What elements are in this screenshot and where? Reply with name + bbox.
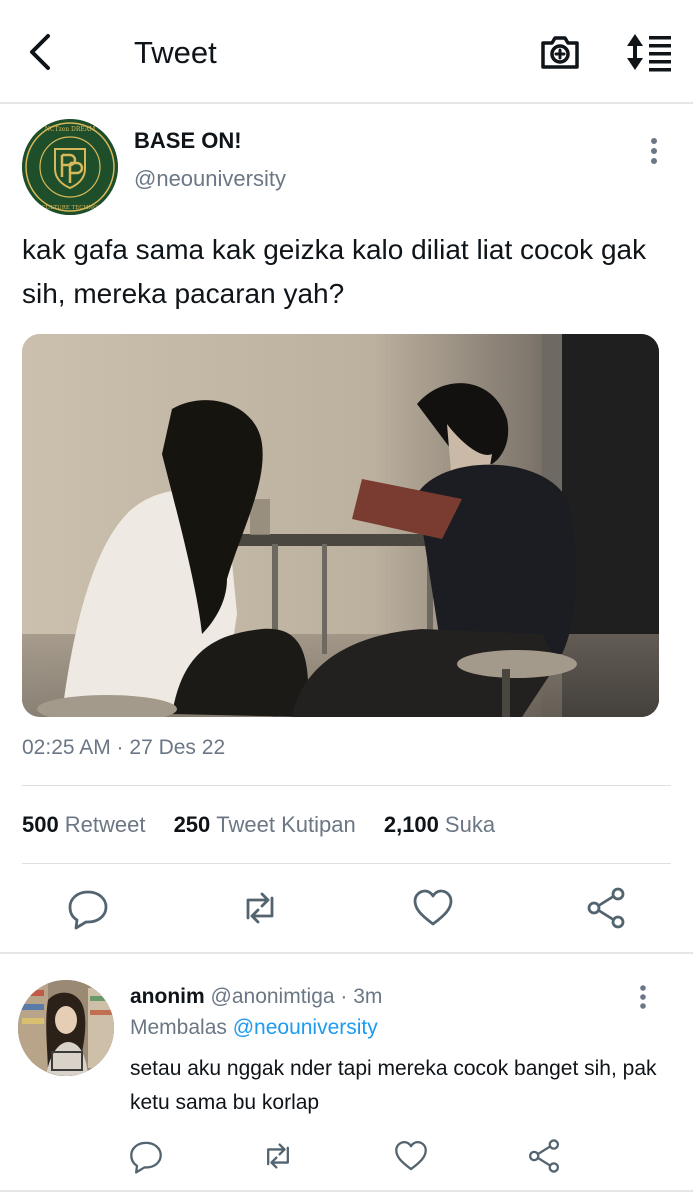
reply-icon[interactable] (66, 884, 110, 932)
reply-time: · 3m (340, 985, 383, 1008)
quote-count-link[interactable]: 250 Tweet Kutipan (174, 812, 356, 837)
more-options-icon[interactable] (640, 136, 668, 166)
author-name[interactable]: BASE ON! (134, 128, 242, 154)
section-separator (0, 952, 693, 954)
retweet-icon[interactable] (238, 884, 282, 932)
camera-plus-icon[interactable] (538, 30, 582, 74)
tweet-stats: 500 Retweet 250 Tweet Kutipan 2,100 Suka (22, 812, 517, 838)
retweet-count: 500 (22, 812, 59, 837)
like-count: 2,100 (383, 812, 439, 837)
reply-text: setau aku nggak nder tapi mereka cocok b… (130, 1057, 657, 1114)
reply-share-icon[interactable] (526, 1136, 562, 1176)
replying-to: Membalas @neouniversity (130, 1016, 378, 1040)
reply-header: anonim @anonimtiga · 3m (130, 985, 382, 1009)
like-heart-icon[interactable] (411, 884, 455, 932)
svg-text:NCTzen DREAM: NCTzen DREAM (45, 126, 96, 133)
bottom-separator (0, 1190, 693, 1192)
neo-culture-logo: NCTzen DREAM NEO CULTURE TECHNOLOGY (22, 119, 118, 215)
tweet-actions (0, 884, 693, 936)
replying-to-prefix: Membalas (130, 1016, 227, 1039)
reply-more-options-icon[interactable] (630, 984, 656, 1012)
svg-text:NEO CULTURE TECHNOLOGY: NEO CULTURE TECHNOLOGY (26, 205, 114, 211)
divider (22, 863, 671, 864)
divider (22, 785, 671, 786)
page-title: Tweet (134, 35, 217, 70)
reply-retweet-icon[interactable] (260, 1136, 296, 1176)
share-icon[interactable] (584, 884, 628, 932)
quote-count: 250 (173, 812, 211, 837)
reply-author-name[interactable]: anonim (130, 985, 205, 1008)
tweet-timestamp: 02:25 AM · 27 Des 22 (22, 736, 226, 759)
reply-author-handle[interactable]: @anonimtiga (211, 985, 335, 1008)
like-count-link[interactable]: 2,100 Suka (384, 812, 495, 837)
back-arrow-icon[interactable] (22, 30, 62, 74)
top-bar: Tweet (0, 0, 693, 104)
reply-like-heart-icon[interactable] (393, 1136, 429, 1176)
author-handle[interactable]: @neouniversity (134, 166, 286, 192)
reply-reply-icon[interactable] (128, 1136, 164, 1176)
tweet-photo[interactable] (22, 334, 659, 717)
reply-avatar[interactable] (18, 980, 114, 1076)
tweet-text: kak gafa sama kak geizka kalo diliat lia… (22, 234, 647, 309)
like-label: Suka (444, 812, 496, 837)
sort-list-icon[interactable] (624, 30, 674, 74)
quote-label: Tweet Kutipan (216, 812, 356, 837)
retweet-count-link[interactable]: 500 Retweet (22, 812, 145, 837)
author-avatar[interactable]: NCTzen DREAM NEO CULTURE TECHNOLOGY (22, 119, 118, 215)
replying-to-mention[interactable]: @neouniversity (233, 1016, 378, 1039)
retweet-label: Retweet (64, 812, 146, 837)
